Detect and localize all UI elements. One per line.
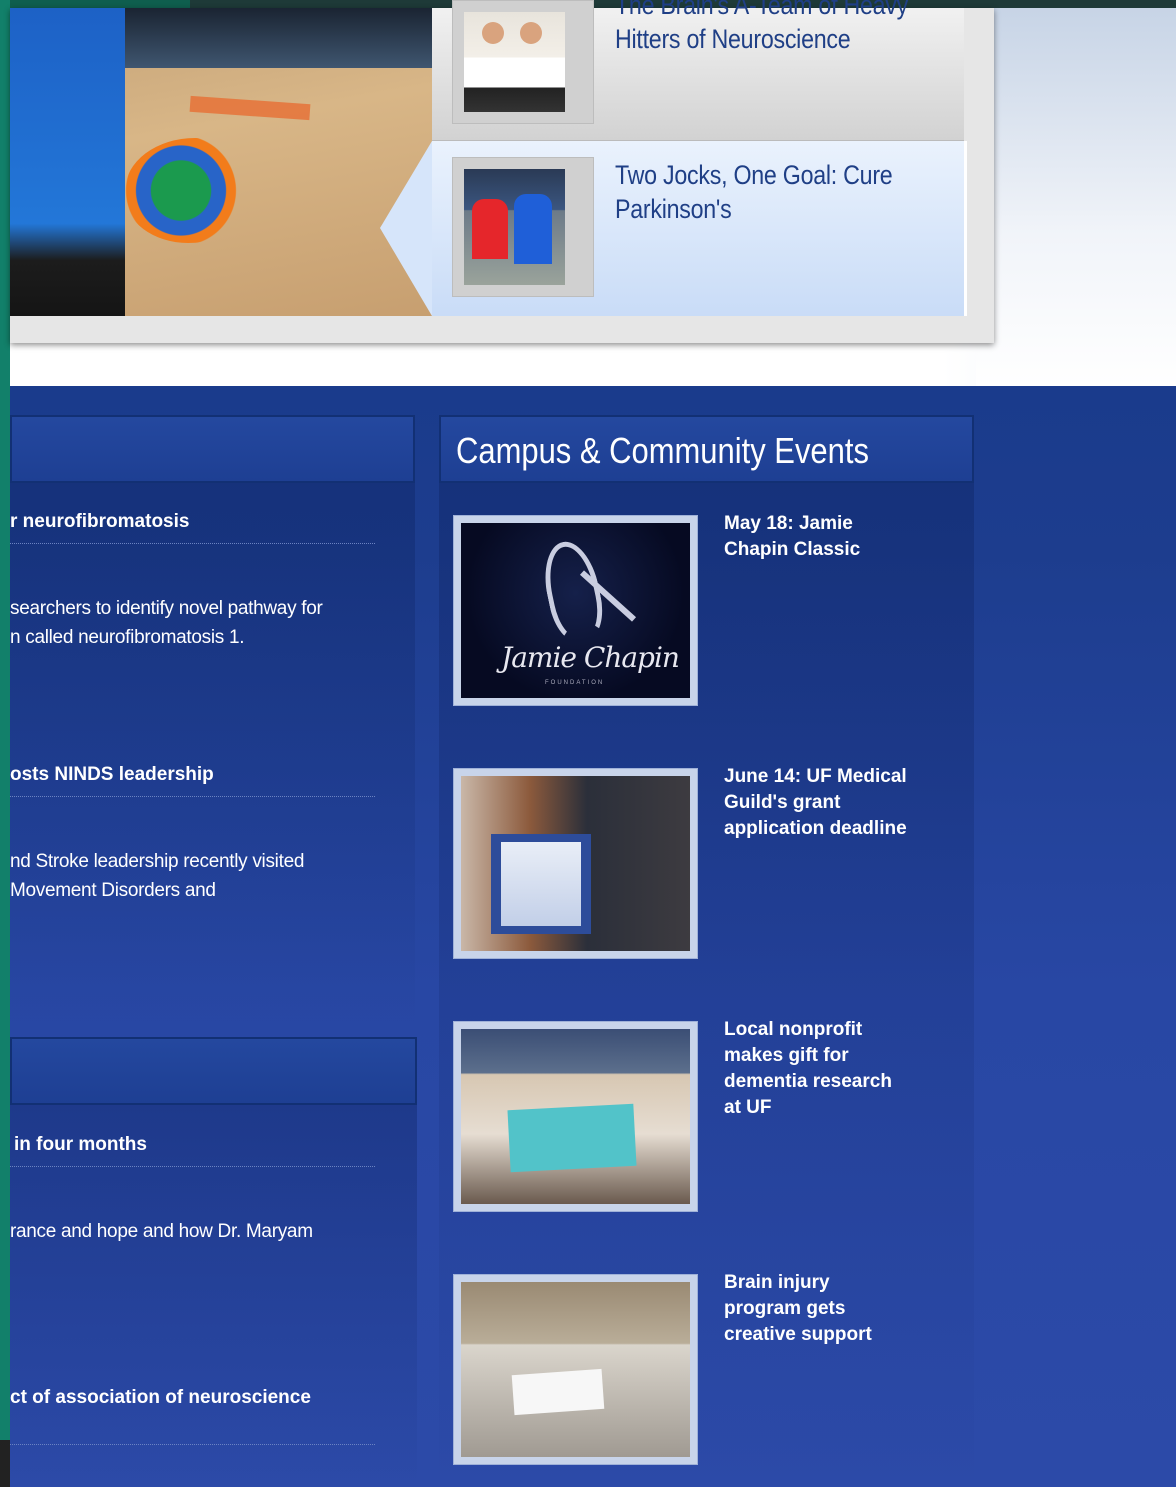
news-panel-body [10, 483, 415, 1033]
left-edge-bar [0, 0, 10, 1487]
divider [10, 1166, 375, 1167]
arena-stands [110, 8, 432, 68]
poster-session-photo [461, 776, 690, 951]
event-title[interactable]: Local nonprofit makes gift for dementia … [724, 1017, 892, 1121]
jamie-chapin-foundation-logo: Jamie Chapin FOUNDATION [461, 523, 690, 698]
divider [10, 796, 375, 797]
logo-signature: Jamie Chapin [501, 641, 680, 674]
events-heading: Campus & Community Events [456, 430, 869, 471]
news-panel-2-header [10, 1037, 417, 1105]
news-item-title[interactable]: ct of association of neuroscience [10, 1387, 311, 1409]
featured-image-basketball-court[interactable] [10, 8, 432, 316]
logo-subtext: FOUNDATION [545, 680, 605, 686]
scientists-photo [464, 12, 565, 112]
court-logo [125, 138, 265, 243]
news-item-title[interactable]: r neurofibromatosis [10, 511, 189, 533]
news-item-summary: rance and hope and how Dr. Maryam [10, 1221, 313, 1242]
event-thumbnail[interactable] [453, 768, 698, 959]
player-figure [10, 8, 125, 316]
divider [10, 1444, 375, 1445]
news-item-summary: searchers to identify novel pathway for … [10, 598, 323, 648]
featured-story-title[interactable]: Two Jocks, One Goal: Cure Parkinson's [615, 158, 942, 226]
athletes-photo [464, 169, 565, 285]
event-title[interactable]: June 14: UF Medical Guild's grant applic… [724, 764, 907, 842]
featured-story-title[interactable]: The Brain's A-Team of Heavy Hitters of N… [615, 0, 942, 56]
event-title[interactable]: Brain injury program gets creative suppo… [724, 1270, 872, 1348]
news-panel-2-body [10, 1105, 417, 1487]
news-item-summary: nd Stroke leadership recently visited Mo… [10, 851, 305, 901]
story-thumbnail[interactable] [452, 0, 594, 124]
news-item-title[interactable]: in four months [14, 1134, 147, 1156]
event-thumbnail[interactable] [453, 1274, 698, 1465]
event-thumbnail[interactable] [453, 1021, 698, 1212]
court-stripe [189, 95, 311, 121]
donation-photo [461, 1282, 690, 1457]
left-edge-bottom [0, 1440, 10, 1487]
news-panel-header [10, 415, 415, 483]
check-presentation-photo [461, 1029, 690, 1204]
news-item-title[interactable]: osts NINDS leadership [10, 764, 214, 786]
divider [10, 543, 375, 544]
event-thumbnail[interactable]: Jamie Chapin FOUNDATION [453, 515, 698, 706]
story-thumbnail[interactable] [452, 157, 594, 297]
window-corner [0, 0, 190, 8]
event-title[interactable]: May 18: Jamie Chapin Classic [724, 511, 860, 563]
